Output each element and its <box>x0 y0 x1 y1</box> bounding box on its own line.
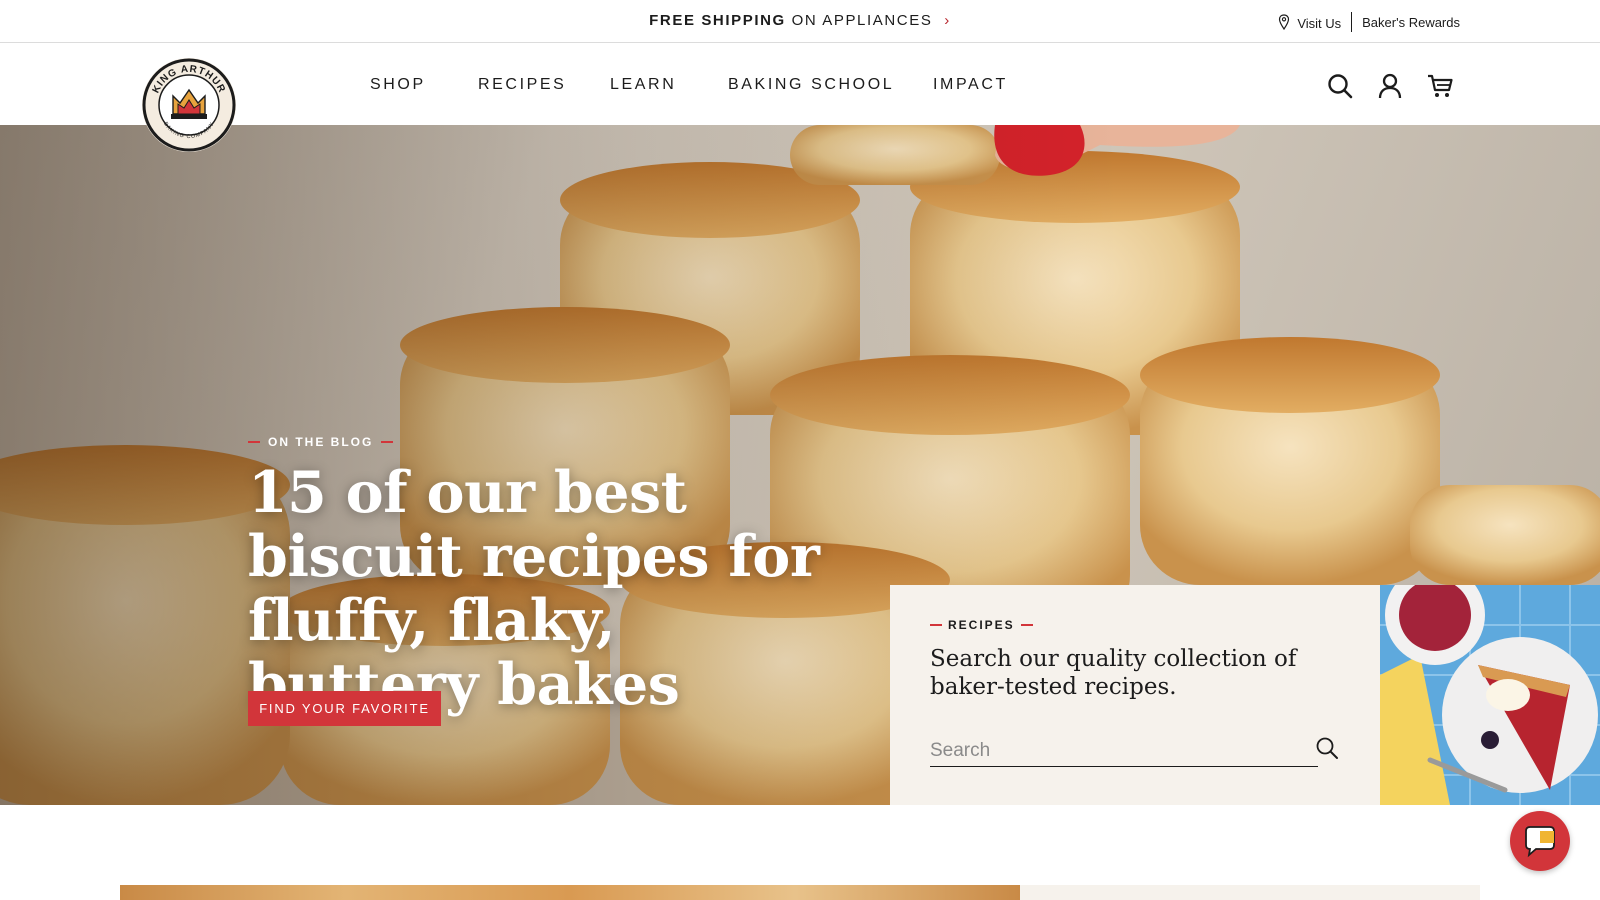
nav-item-shop[interactable]: SHOP <box>370 76 426 94</box>
search-icon[interactable] <box>1326 72 1354 100</box>
nav-item-impact[interactable]: IMPACT <box>933 76 1008 94</box>
hero-headline: 15 of our best biscuit recipes for fluff… <box>248 459 820 718</box>
find-your-favorite-button[interactable]: FIND YOUR FAVORITE <box>248 691 441 726</box>
announcement-bar: FREE SHIPPING ON APPLIANCES › Visit Us B… <box>0 0 1600 43</box>
hero-eyebrow: ON THE BLOG <box>248 435 401 449</box>
recipe-search-card: RECIPES Search our quality collection of… <box>890 585 1380 805</box>
visit-us-link[interactable]: Visit Us <box>1278 13 1342 31</box>
nav-item-baking-school[interactable]: BAKING SCHOOL <box>728 76 894 94</box>
featured-image-teaser <box>120 885 1020 900</box>
chat-button[interactable] <box>1510 811 1570 871</box>
pie-image <box>1380 585 1600 805</box>
promo-text: ON APPLIANCES <box>791 12 933 29</box>
recipes-eyebrow-text: RECIPES <box>948 618 1015 632</box>
visit-us-label: Visit Us <box>1297 15 1342 31</box>
promo-strong-text: FREE SHIPPING <box>649 12 786 29</box>
chevron-right-icon: › <box>944 12 951 29</box>
nav-item-recipes[interactable]: RECIPES <box>478 76 566 94</box>
bakers-rewards-link[interactable]: Baker's Rewards <box>1362 15 1460 30</box>
account-icon[interactable] <box>1376 72 1404 100</box>
accent-dash <box>381 441 394 443</box>
map-pin-icon <box>1278 13 1289 30</box>
king-arthur-logo[interactable]: KING ARTHUR BAKING COMPANY <box>140 56 238 154</box>
accent-dash <box>248 441 260 443</box>
utility-links: Visit Us Baker's Rewards <box>1278 12 1460 32</box>
featured-card-teaser <box>1020 885 1480 900</box>
cart-icon[interactable] <box>1426 72 1454 100</box>
search-icon[interactable] <box>1314 735 1340 761</box>
divider <box>1351 12 1353 32</box>
accent-dash <box>1020 624 1033 626</box>
header-icons <box>1326 72 1454 100</box>
recipes-eyebrow: RECIPES <box>930 618 1039 632</box>
chat-bubble-icon <box>1525 826 1555 858</box>
nav-item-learn[interactable]: LEARN <box>610 76 676 94</box>
recipes-description: Search our quality collection of baker-t… <box>930 646 1297 700</box>
hero-eyebrow-text: ON THE BLOG <box>268 435 374 449</box>
accent-dash <box>930 624 942 626</box>
recipe-search-input[interactable] <box>930 735 1318 767</box>
